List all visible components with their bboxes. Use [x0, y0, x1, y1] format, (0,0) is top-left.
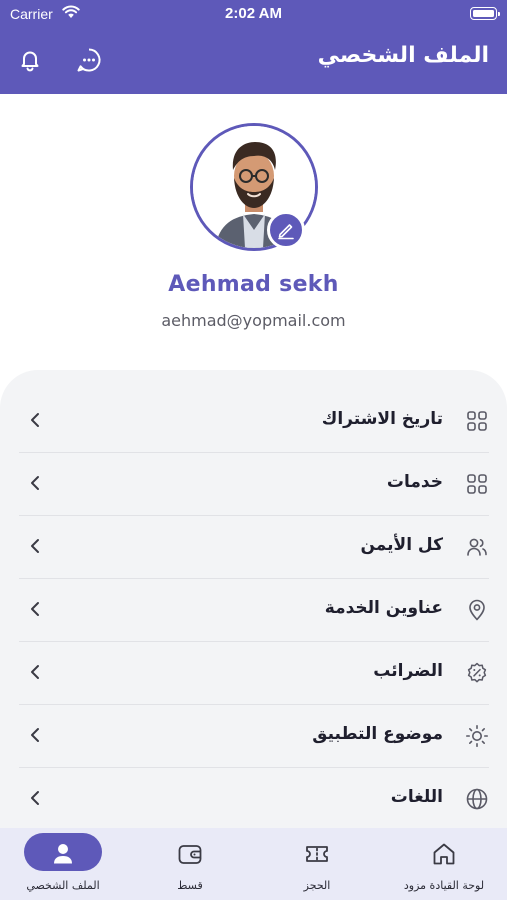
menu-item-label: الضرائب — [373, 661, 443, 681]
menu-item-label: اللغات — [390, 787, 443, 807]
chevron-left-icon — [31, 728, 39, 742]
tab-installment[interactable]: قسط — [127, 828, 253, 900]
ticket-icon — [306, 846, 328, 862]
status-bar: Carrier 2:02 AM — [0, 0, 507, 30]
home-icon — [433, 843, 455, 865]
menu-item-label: عناوين الخدمة — [324, 598, 443, 618]
menu-item-languages[interactable]: اللغات — [19, 768, 489, 830]
profile-name: Aehmad sekh — [168, 272, 339, 297]
profile-icon — [54, 844, 72, 864]
users-icon — [467, 538, 487, 556]
tab-booking[interactable]: الحجز — [254, 828, 380, 900]
chevron-left-icon — [31, 665, 39, 679]
grid-icon — [467, 411, 487, 431]
bell-icon — [21, 51, 39, 72]
tab-label: الحجز — [303, 879, 331, 892]
menu-item-label: خدمات — [386, 472, 443, 492]
chevron-left-icon — [31, 539, 39, 553]
menu-item-subscription-history[interactable]: تاريخ الاشتراك — [19, 390, 489, 453]
chevron-left-icon — [31, 602, 39, 616]
tax-percent-icon — [467, 662, 487, 683]
menu-item-services[interactable]: خدمات — [19, 453, 489, 516]
tab-label: قسط — [177, 879, 203, 892]
menu-item-app-theme[interactable]: موضوع التطبيق — [19, 705, 489, 768]
app-header: Carrier 2:02 AM الملف الشخصي — [0, 0, 507, 94]
page-title: الملف الشخصي — [317, 43, 489, 68]
status-time: 2:02 AM — [225, 5, 282, 22]
menu-item-label: تاريخ الاشتراك — [321, 409, 443, 429]
location-pin-icon — [469, 599, 485, 621]
menu-item-label: كل الأيمن — [360, 535, 443, 555]
chat-bubble-icon — [77, 48, 101, 72]
profile-email: aehmad@yopmail.com — [161, 311, 346, 330]
sun-icon — [465, 724, 489, 748]
tab-label: الملف الشخصي — [26, 879, 100, 892]
wallet-icon — [178, 845, 202, 864]
pencil-icon — [278, 224, 294, 240]
bottom-tab-bar: الملف الشخصي قسط الحجز لوحة القيادة مزود — [0, 828, 507, 900]
chevron-left-icon — [31, 476, 39, 490]
tab-provider-dashboard[interactable]: لوحة القيادة مزود — [381, 828, 507, 900]
menu-item-label: موضوع التطبيق — [312, 724, 443, 744]
menu-item-all-employees[interactable]: كل الأيمن — [19, 516, 489, 579]
chevron-left-icon — [31, 413, 39, 427]
menu-item-taxes[interactable]: الضرائب — [19, 642, 489, 705]
grid-icon — [467, 474, 487, 494]
tab-label: لوحة القيادة مزود — [403, 879, 485, 892]
notifications-button[interactable] — [16, 46, 44, 74]
chevron-left-icon — [31, 791, 39, 805]
battery-icon — [470, 7, 500, 20]
tab-profile[interactable]: الملف الشخصي — [0, 828, 126, 900]
menu-item-service-addresses[interactable]: عناوين الخدمة — [19, 579, 489, 642]
messages-button[interactable] — [75, 46, 103, 74]
edit-profile-button[interactable] — [267, 211, 305, 249]
settings-menu: تاريخ الاشتراك خدمات كل الأيمن عناوين ال… — [0, 370, 507, 830]
globe-icon — [466, 788, 488, 810]
